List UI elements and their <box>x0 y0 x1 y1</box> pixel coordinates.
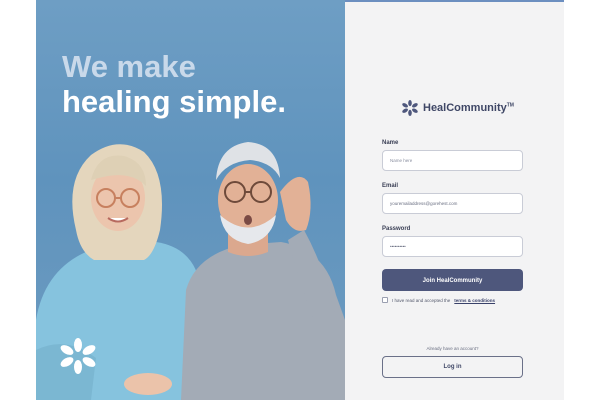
email-label: Email <box>382 183 399 189</box>
name-label: Name <box>382 140 399 146</box>
brand-header: HealCommunityTM <box>402 100 514 116</box>
headline-line-2: healing simple. <box>62 83 286 119</box>
password-field[interactable] <box>382 236 523 257</box>
terms-text: I have read and accepted the <box>392 297 451 303</box>
login-button[interactable]: Log in <box>382 356 523 378</box>
join-button[interactable]: Join HealCommunity <box>382 269 523 291</box>
email-field[interactable] <box>382 193 523 214</box>
brand-logo-icon <box>402 100 418 116</box>
trademark: TM <box>506 102 514 109</box>
hero-headline: We make healing simple. <box>62 49 286 119</box>
terms-link[interactable]: terms & conditions <box>454 298 495 303</box>
hero-section: We make healing simple. <box>36 0 345 400</box>
healcommunity-logo-icon <box>60 338 96 374</box>
password-label: Password <box>382 226 411 232</box>
name-field[interactable] <box>382 150 523 171</box>
brand-name-text: HealCommunity <box>423 102 507 114</box>
terms-row: I have read and accepted the terms & con… <box>382 297 495 303</box>
signup-page: We make healing simple. HealCommunityTM … <box>36 0 564 400</box>
headline-line-1: We make <box>62 49 196 84</box>
already-account-text: Already have an account? <box>426 346 479 351</box>
brand-name: HealCommunityTM <box>423 102 514 114</box>
signup-panel: HealCommunityTM Name Email Password Join… <box>345 0 564 400</box>
terms-checkbox[interactable] <box>382 297 388 303</box>
man-figure <box>181 142 345 400</box>
